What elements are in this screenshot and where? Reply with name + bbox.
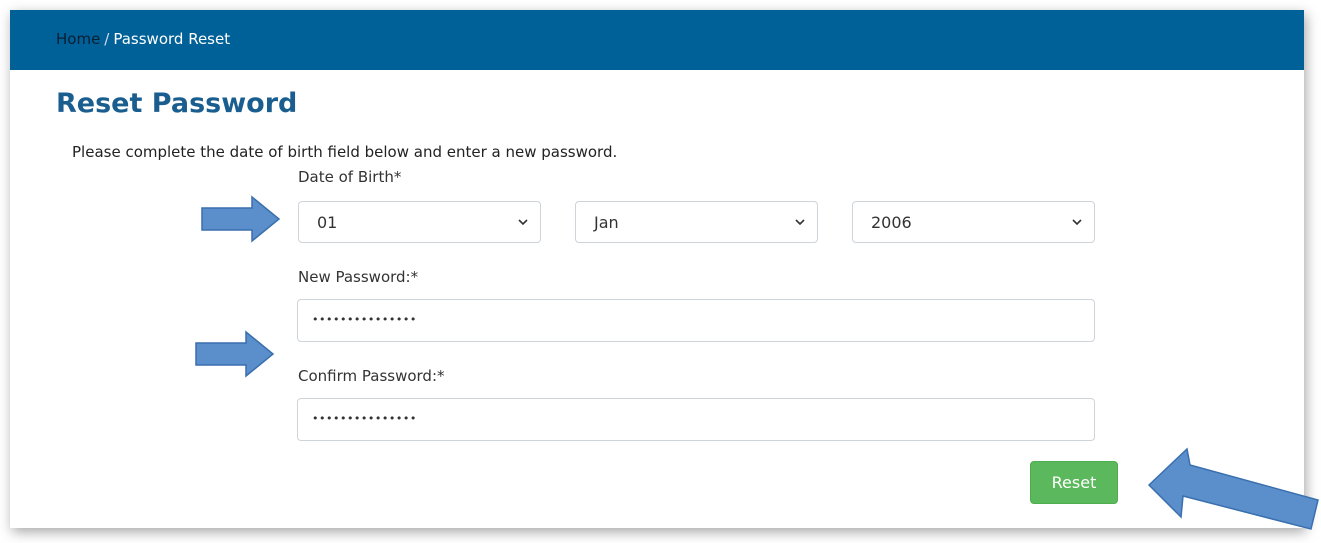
chevron-down-icon xyxy=(518,219,528,226)
chevron-down-icon xyxy=(1072,219,1082,226)
new-password-field[interactable]: ••••••••••••••• xyxy=(297,299,1095,342)
dob-label: Date of Birth* xyxy=(298,168,402,186)
dob-day-value: 01 xyxy=(317,213,338,232)
intro-text: Please complete the date of birth field … xyxy=(72,143,618,161)
dob-month-value: Jan xyxy=(594,213,619,232)
arrow-icon xyxy=(195,330,275,378)
new-password-masked-value: ••••••••••••••• xyxy=(312,313,417,326)
page-canvas: Home / Password Reset Reset Password Pleas… xyxy=(10,10,1304,528)
breadcrumb-current: Password Reset xyxy=(113,30,231,48)
breadcrumb-separator: / xyxy=(104,30,110,48)
dob-year-value: 2006 xyxy=(871,213,912,232)
top-navbar: Home / Password Reset xyxy=(10,10,1304,70)
confirm-password-label: Confirm Password:* xyxy=(298,367,445,385)
breadcrumb-home-link[interactable]: Home xyxy=(56,30,100,48)
dob-day-select[interactable]: 01 xyxy=(298,201,541,243)
confirm-password-masked-value: ••••••••••••••• xyxy=(312,412,417,425)
breadcrumb: Home / Password Reset xyxy=(56,30,230,48)
new-password-label: New Password:* xyxy=(298,268,419,286)
confirm-password-field[interactable]: ••••••••••••••• xyxy=(297,398,1095,441)
reset-button[interactable]: Reset xyxy=(1030,461,1118,504)
arrow-icon xyxy=(1147,447,1319,530)
dob-month-select[interactable]: Jan xyxy=(575,201,818,243)
dob-year-select[interactable]: 2006 xyxy=(852,201,1095,243)
arrow-icon xyxy=(201,195,281,243)
chevron-down-icon xyxy=(795,219,805,226)
page-title: Reset Password xyxy=(56,88,298,119)
